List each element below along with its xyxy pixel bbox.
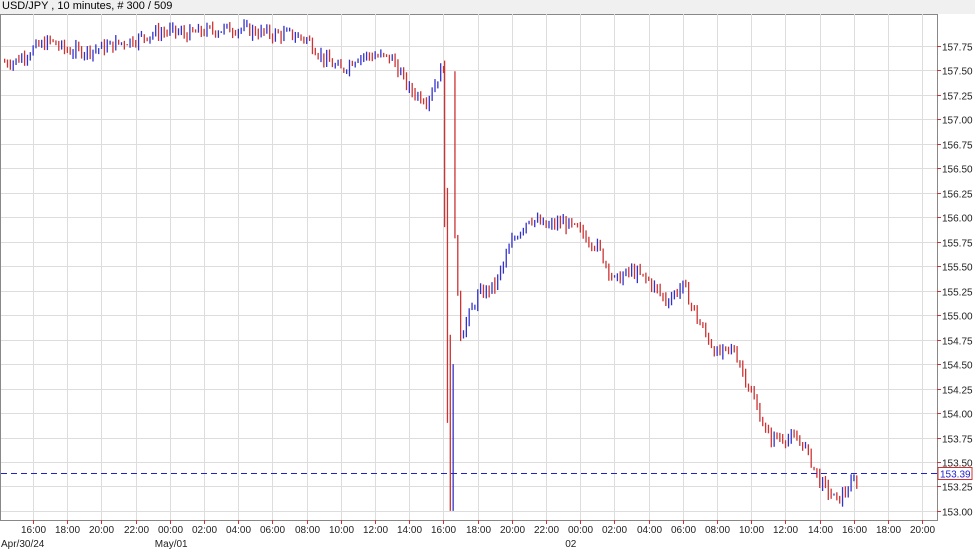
x-tick-label: 16:00 (431, 525, 456, 536)
x-tick-label: 14:00 (397, 525, 422, 536)
x-tick-label: 16:00 (21, 525, 46, 536)
x-tick-label: 22:00 (534, 525, 559, 536)
x-tick-label: 20:00 (89, 525, 114, 536)
y-tick-label: 157.50 (942, 67, 973, 78)
x-tick-label: 20:00 (500, 525, 525, 536)
y-tick-label: 157.25 (942, 92, 973, 103)
x-tick-label: 18:00 (466, 525, 491, 536)
plot-area (0, 14, 938, 521)
x-tick-label: 00:00 (568, 525, 593, 536)
x-tick-label: 00:00 (158, 525, 183, 536)
chart-title: USD/JPY , 10 minutes, # 300 / 509 (2, 0, 173, 12)
date-label: 02 (565, 539, 577, 550)
y-tick-label: 156.00 (942, 214, 973, 225)
last-price-label: 153.39 (940, 470, 971, 481)
y-tick-label: 153.00 (942, 508, 973, 519)
y-tick-label: 154.25 (942, 386, 973, 397)
x-tick-label: 04:00 (226, 525, 251, 536)
y-tick-label: 156.50 (942, 165, 973, 176)
y-tick-label: 157.00 (942, 116, 973, 127)
y-tick-label: 155.00 (942, 312, 973, 323)
x-tick-label: 16:00 (842, 525, 867, 536)
x-tick-label: 12:00 (363, 525, 388, 536)
y-tick-label: 156.25 (942, 190, 973, 201)
y-tick-label: 153.25 (942, 483, 973, 494)
x-tick-label: 04:00 (637, 525, 662, 536)
y-tick-label: 155.25 (942, 288, 973, 299)
x-tick-label: 22:00 (124, 525, 149, 536)
y-tick-label: 154.00 (942, 410, 973, 421)
x-tick-label: 06:00 (671, 525, 696, 536)
x-tick-label: 02:00 (192, 525, 217, 536)
y-tick-label: 156.75 (942, 141, 973, 152)
x-tick-label: 08:00 (295, 525, 320, 536)
y-tick-label: 157.75 (942, 43, 973, 54)
x-tick-label: 10:00 (739, 525, 764, 536)
date-label: May/01 (155, 539, 188, 550)
x-tick-label: 18:00 (55, 525, 80, 536)
y-tick-label: 155.75 (942, 239, 973, 250)
x-tick-label: 06:00 (260, 525, 285, 536)
x-tick-label: 10:00 (329, 525, 354, 536)
y-tick-label: 155.50 (942, 263, 973, 274)
y-tick-label: 154.75 (942, 337, 973, 348)
y-tick-label: 153.75 (942, 435, 973, 446)
x-tick-label: 18:00 (876, 525, 901, 536)
date-label: Apr/30/24 (1, 539, 45, 550)
x-tick-label: 02:00 (602, 525, 627, 536)
x-tick-label: 14:00 (808, 525, 833, 536)
y-tick-label: 154.50 (942, 361, 973, 372)
x-tick-label: 12:00 (773, 525, 798, 536)
x-tick-label: 20:00 (910, 525, 935, 536)
ohlc-chart[interactable]: 157.75 157.50 157.25 157.00 156.75 156.50 156.… (0, 0, 975, 550)
x-tick-label: 08:00 (705, 525, 730, 536)
